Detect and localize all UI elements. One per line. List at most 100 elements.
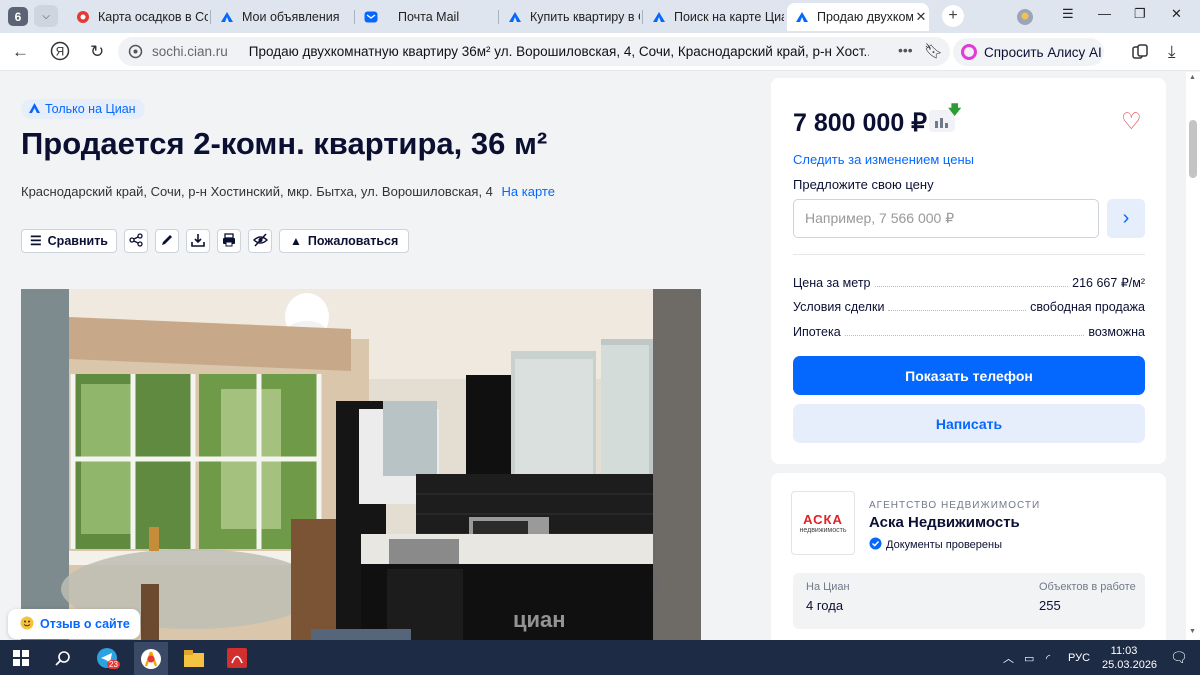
download-icon[interactable]: ⤓ bbox=[1168, 42, 1176, 62]
collections-icon[interactable] bbox=[1131, 43, 1149, 66]
page-scrollbar[interactable]: ▲ ▼ bbox=[1186, 72, 1200, 640]
restore-icon[interactable]: ❐ bbox=[1134, 6, 1146, 22]
verified-check-icon bbox=[869, 537, 882, 553]
windows-taskbar: 23 ︿ ▭ ◜ РУС 11:03 25.03.2026 🗨︎ bbox=[0, 640, 1200, 675]
yandex-browser-icon[interactable] bbox=[134, 642, 168, 675]
tab-title: Продаю двухкомнатную bbox=[817, 10, 913, 24]
yandex-icon[interactable]: Я bbox=[50, 41, 70, 66]
price-history-button[interactable]: 🡇︎ bbox=[929, 102, 961, 133]
tab-mail[interactable]: Почта Mail bbox=[356, 3, 496, 31]
url-page-title: Продаю двухкомнатную квартиру 36м² ул. В… bbox=[248, 44, 869, 59]
back-arrow-icon[interactable]: ← bbox=[12, 42, 29, 62]
close-window-icon[interactable]: ✕ bbox=[1171, 6, 1182, 22]
site-feedback-button[interactable]: Отзыв о сайте bbox=[8, 609, 140, 639]
search-icon[interactable] bbox=[52, 647, 74, 669]
listing-photo[interactable]: циан bbox=[21, 289, 701, 640]
complain-button[interactable]: ▲ Пожаловаться bbox=[279, 229, 410, 253]
bookmark-icon[interactable]: 🔖︎ bbox=[924, 42, 943, 60]
telegram-icon[interactable]: 23 bbox=[96, 647, 120, 669]
agency-type: АГЕНТСТВО НЕДВИЖИМОСТИ bbox=[869, 500, 1041, 511]
cian-icon bbox=[220, 10, 234, 24]
tab-map-search[interactable]: Поиск на карте Циан bbox=[644, 3, 784, 31]
share-icon bbox=[129, 232, 143, 250]
detail-row-deal-terms: Условия сделки свободная продажа bbox=[793, 300, 1145, 314]
download-button[interactable] bbox=[186, 229, 210, 253]
alice-button[interactable]: Спросить Алису AI bbox=[953, 38, 1104, 66]
language-indicator[interactable]: РУС bbox=[1068, 652, 1090, 664]
alice-label: Спросить Алису AI bbox=[984, 44, 1102, 60]
cian-icon bbox=[29, 102, 40, 116]
address-bar: ← Я ↻ sochi.cian.ru Продаю двухкомнатную… bbox=[0, 33, 1200, 71]
compare-icon: ☰ bbox=[30, 233, 42, 248]
feedback-label: Отзыв о сайте bbox=[40, 617, 130, 631]
chevron-down-icon[interactable]: ⌵ bbox=[34, 5, 58, 27]
offer-price-input[interactable]: Например, 7 566 000 ₽ bbox=[793, 199, 1099, 238]
download-icon bbox=[191, 233, 205, 250]
scrollbar-thumb[interactable] bbox=[1189, 120, 1197, 178]
show-phone-button[interactable]: Показать телефон bbox=[793, 356, 1145, 395]
compare-label: Сравнить bbox=[47, 234, 108, 248]
reload-icon[interactable]: ↻ bbox=[90, 42, 104, 62]
price-down-arrow-icon: 🡇︎ bbox=[948, 102, 962, 117]
more-dots-icon[interactable]: ••• bbox=[898, 42, 913, 58]
site-settings-icon[interactable] bbox=[128, 44, 143, 64]
clock[interactable]: 11:03 25.03.2026 bbox=[1102, 644, 1158, 672]
offer-price-label: Предложите свою цену bbox=[793, 177, 934, 192]
windows-start-icon[interactable] bbox=[10, 647, 32, 669]
pencil-icon bbox=[160, 233, 174, 250]
page-title: Продается 2-комн. квартира, 36 м² bbox=[21, 126, 548, 161]
detail-label: Цена за метр bbox=[793, 276, 871, 290]
detail-value: возможна bbox=[1088, 325, 1145, 339]
price-card: 7 800 000 ₽ 🡇︎ ♡ Следить за изменением ц… bbox=[771, 78, 1166, 464]
tab-title: Почта Mail bbox=[398, 10, 460, 24]
page-content: Только на Циан Продается 2-комн. квартир… bbox=[0, 72, 1200, 640]
hide-button[interactable] bbox=[248, 229, 272, 253]
agency-stats: На Циан 4 года Объектов в работе 255 bbox=[793, 573, 1145, 629]
svg-text:Я: Я bbox=[56, 45, 65, 59]
write-message-button[interactable]: Написать bbox=[793, 404, 1145, 443]
minimize-icon[interactable]: — bbox=[1098, 6, 1111, 21]
tab-current-listing[interactable]: Продаю двухкомнатную ✕ bbox=[787, 3, 929, 31]
tab-buy-apartment[interactable]: Купить квартиру в Сочи bbox=[500, 3, 640, 31]
browser-tab-bar: 6 ⌵ Карта осадков в Сочи Мои объявления … bbox=[0, 0, 1200, 33]
agency-logo[interactable]: АСКА недвижимость bbox=[791, 491, 855, 555]
offer-submit-button[interactable]: › bbox=[1107, 199, 1145, 238]
hamburger-menu-icon[interactable]: ☰ bbox=[1062, 6, 1074, 22]
scroll-up-icon[interactable]: ▲ bbox=[1189, 74, 1196, 81]
tab-title: Поиск на карте Циан bbox=[674, 10, 784, 24]
notification-icon[interactable]: 🗨︎ bbox=[1170, 649, 1188, 666]
on-cian-value: 4 года bbox=[806, 598, 844, 613]
pdf-reader-icon[interactable] bbox=[226, 647, 248, 669]
clock-date: 25.03.2026 bbox=[1102, 659, 1158, 671]
scroll-down-icon[interactable]: ▼ bbox=[1189, 628, 1196, 635]
battery-icon[interactable]: ▭ bbox=[1024, 652, 1034, 665]
wifi-icon[interactable]: ◜ bbox=[1046, 652, 1050, 665]
profile-icon[interactable] bbox=[1016, 8, 1034, 29]
bar-chart-icon bbox=[933, 115, 949, 133]
print-button[interactable] bbox=[217, 229, 241, 253]
agency-logo-text: АСКА bbox=[803, 512, 843, 527]
detail-label: Условия сделки bbox=[793, 300, 885, 314]
tab-count-button[interactable]: 6 bbox=[8, 7, 28, 26]
share-button[interactable] bbox=[124, 229, 148, 253]
agency-name[interactable]: Аска Недвижимость bbox=[869, 514, 1020, 531]
edit-button[interactable] bbox=[155, 229, 179, 253]
detail-row-price-per-meter: Цена за метр 216 667 ₽/м² bbox=[793, 275, 1145, 290]
tab-title: Карта осадков в Сочи bbox=[98, 10, 208, 24]
file-explorer-icon[interactable] bbox=[183, 647, 205, 669]
cian-icon bbox=[508, 10, 522, 24]
url-field[interactable]: sochi.cian.ru Продаю двухкомнатную кварт… bbox=[118, 37, 950, 66]
tab-weather[interactable]: Карта осадков в Сочи bbox=[68, 3, 208, 31]
tab-my-ads[interactable]: Мои объявления bbox=[212, 3, 352, 31]
compare-button[interactable]: ☰ Сравнить bbox=[21, 229, 117, 253]
follow-price-link[interactable]: Следить за изменением цены bbox=[793, 152, 974, 167]
map-link[interactable]: На карте bbox=[502, 184, 555, 199]
telegram-badge: 23 bbox=[107, 660, 120, 669]
heart-icon[interactable]: ♡ bbox=[1121, 108, 1142, 135]
cian-icon bbox=[795, 10, 809, 24]
new-tab-button[interactable]: + bbox=[942, 5, 964, 27]
listing-actions: ☰ Сравнить ▲ Пожаловаться bbox=[21, 229, 410, 253]
detail-value: 216 667 ₽/м² bbox=[1072, 276, 1145, 290]
chevron-up-icon[interactable]: ︿ bbox=[1003, 650, 1014, 666]
close-icon[interactable]: ✕ bbox=[913, 9, 929, 25]
